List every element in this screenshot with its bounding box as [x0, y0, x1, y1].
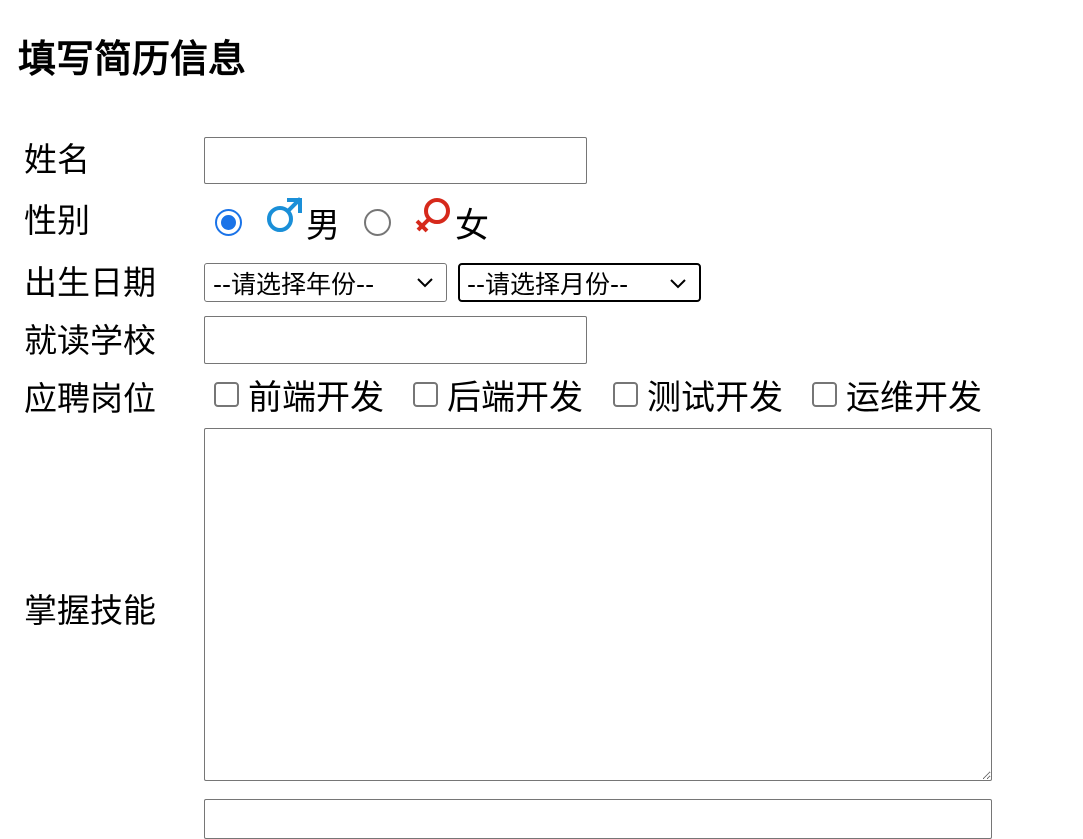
position-option-backend: 后端开发 — [447, 378, 583, 418]
gender-radio-male[interactable] — [215, 209, 242, 236]
name-label: 姓名 — [24, 140, 90, 179]
position-checkbox-ops[interactable] — [812, 382, 837, 407]
month-select[interactable]: --请选择月份-- — [458, 263, 701, 302]
position-label: 应聘岗位 — [24, 379, 156, 418]
skills-textarea[interactable] — [204, 428, 992, 781]
page-title: 填写简历信息 — [18, 37, 247, 81]
gender-label: 性别 — [24, 201, 90, 240]
position-checkbox-testing[interactable] — [613, 382, 638, 407]
school-label: 就读学校 — [24, 321, 156, 360]
school-input[interactable] — [204, 316, 587, 364]
month-select-value: --请选择月份-- — [467, 269, 629, 299]
position-checkbox-backend[interactable] — [413, 382, 438, 407]
gender-radio-female[interactable] — [364, 209, 391, 236]
name-input[interactable] — [204, 137, 587, 184]
year-select-value: --请选择年份-- — [213, 269, 375, 299]
next-field-input[interactable] — [204, 799, 992, 839]
chevron-down-icon — [670, 279, 686, 289]
position-option-testing: 测试开发 — [647, 378, 783, 418]
skills-label: 掌握技能 — [24, 591, 156, 630]
position-option-frontend: 前端开发 — [248, 378, 384, 418]
chevron-down-icon — [417, 278, 433, 288]
male-symbol-icon — [267, 197, 302, 232]
year-select[interactable]: --请选择年份-- — [204, 263, 447, 302]
gender-option-male-label: 男 — [306, 206, 340, 246]
female-symbol-icon — [415, 198, 450, 233]
position-checkbox-frontend[interactable] — [214, 382, 239, 407]
birthdate-label: 出生日期 — [24, 263, 156, 302]
gender-option-female-label: 女 — [455, 206, 489, 246]
position-option-ops: 运维开发 — [846, 378, 982, 418]
